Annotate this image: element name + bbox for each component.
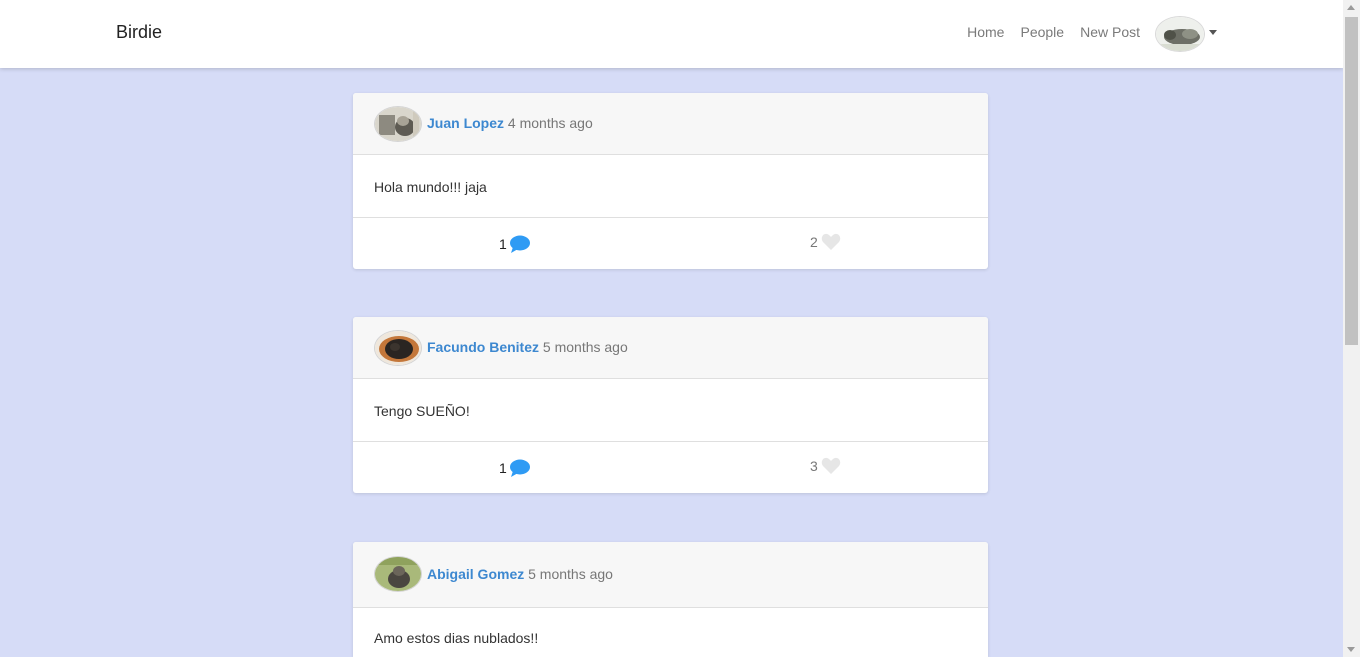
post-header: Facundo Benitez 5 months ago (353, 317, 988, 379)
post-header: Abigail Gomez 5 months ago (353, 542, 988, 608)
nav-new-post-link[interactable]: New Post (1080, 24, 1140, 40)
scrollbar[interactable] (1343, 0, 1360, 657)
scroll-down-arrow-icon[interactable] (1347, 647, 1355, 652)
post-meta: Abigail Gomez 5 months ago (427, 566, 613, 582)
post-card: Juan Lopez 4 months ago Hola mundo!!! ja… (353, 93, 988, 269)
post-body: Tengo SUEÑO! (353, 379, 988, 442)
author-name-link[interactable]: Abigail Gomez (427, 566, 524, 582)
user-avatar[interactable] (1155, 16, 1205, 52)
author-name-link[interactable]: Facundo Benitez (427, 339, 539, 355)
author-name-link[interactable]: Juan Lopez (427, 115, 504, 131)
post-meta: Juan Lopez 4 months ago (427, 115, 593, 131)
like-count: 2 (810, 234, 818, 250)
scroll-up-arrow-icon[interactable] (1347, 5, 1355, 10)
brand-logo[interactable]: Birdie (116, 22, 162, 43)
post-text: Hola mundo!!! jaja (374, 179, 487, 195)
navbar: Birdie Home People New Post (0, 0, 1343, 68)
likes-button[interactable]: 2 (810, 233, 841, 251)
comments-button[interactable]: 1 (499, 234, 531, 254)
post-body: Amo estos dias nublados!! (353, 608, 988, 657)
post-text: Amo estos dias nublados!! (374, 630, 539, 646)
post-meta: Facundo Benitez 5 months ago (427, 339, 628, 355)
likes-button[interactable]: 3 (810, 457, 841, 475)
author-avatar[interactable] (374, 556, 422, 592)
post-footer: 1 2 (353, 218, 988, 268)
like-count: 3 (810, 458, 818, 474)
comment-bubble-icon (509, 459, 530, 477)
comment-bubble-icon (509, 235, 530, 253)
post-footer: 1 3 (353, 442, 988, 492)
scroll-thumb[interactable] (1345, 17, 1358, 345)
nav-people-link[interactable]: People (1020, 24, 1064, 40)
post-time: 4 months ago (507, 115, 593, 131)
post-body: Hola mundo!!! jaja (353, 155, 988, 218)
post-text: Tengo SUEÑO! (374, 403, 470, 419)
post-time: 5 months ago (528, 566, 613, 582)
heart-icon (821, 233, 841, 250)
dropdown-caret-icon[interactable] (1209, 30, 1217, 35)
post-header: Juan Lopez 4 months ago (353, 93, 988, 155)
author-avatar[interactable] (374, 330, 422, 366)
nav-home-link[interactable]: Home (967, 24, 1004, 40)
post-card: Facundo Benitez 5 months ago Tengo SUEÑO… (353, 317, 988, 493)
post-time: 5 months ago (542, 339, 628, 355)
heart-icon (821, 457, 841, 474)
comment-count: 1 (499, 236, 507, 252)
nav-links: Home People New Post (967, 24, 1140, 40)
comments-button[interactable]: 1 (499, 458, 531, 478)
comment-count: 1 (499, 460, 507, 476)
post-card: Abigail Gomez 5 months ago Amo estos dia… (353, 542, 988, 657)
author-avatar[interactable] (374, 106, 422, 142)
